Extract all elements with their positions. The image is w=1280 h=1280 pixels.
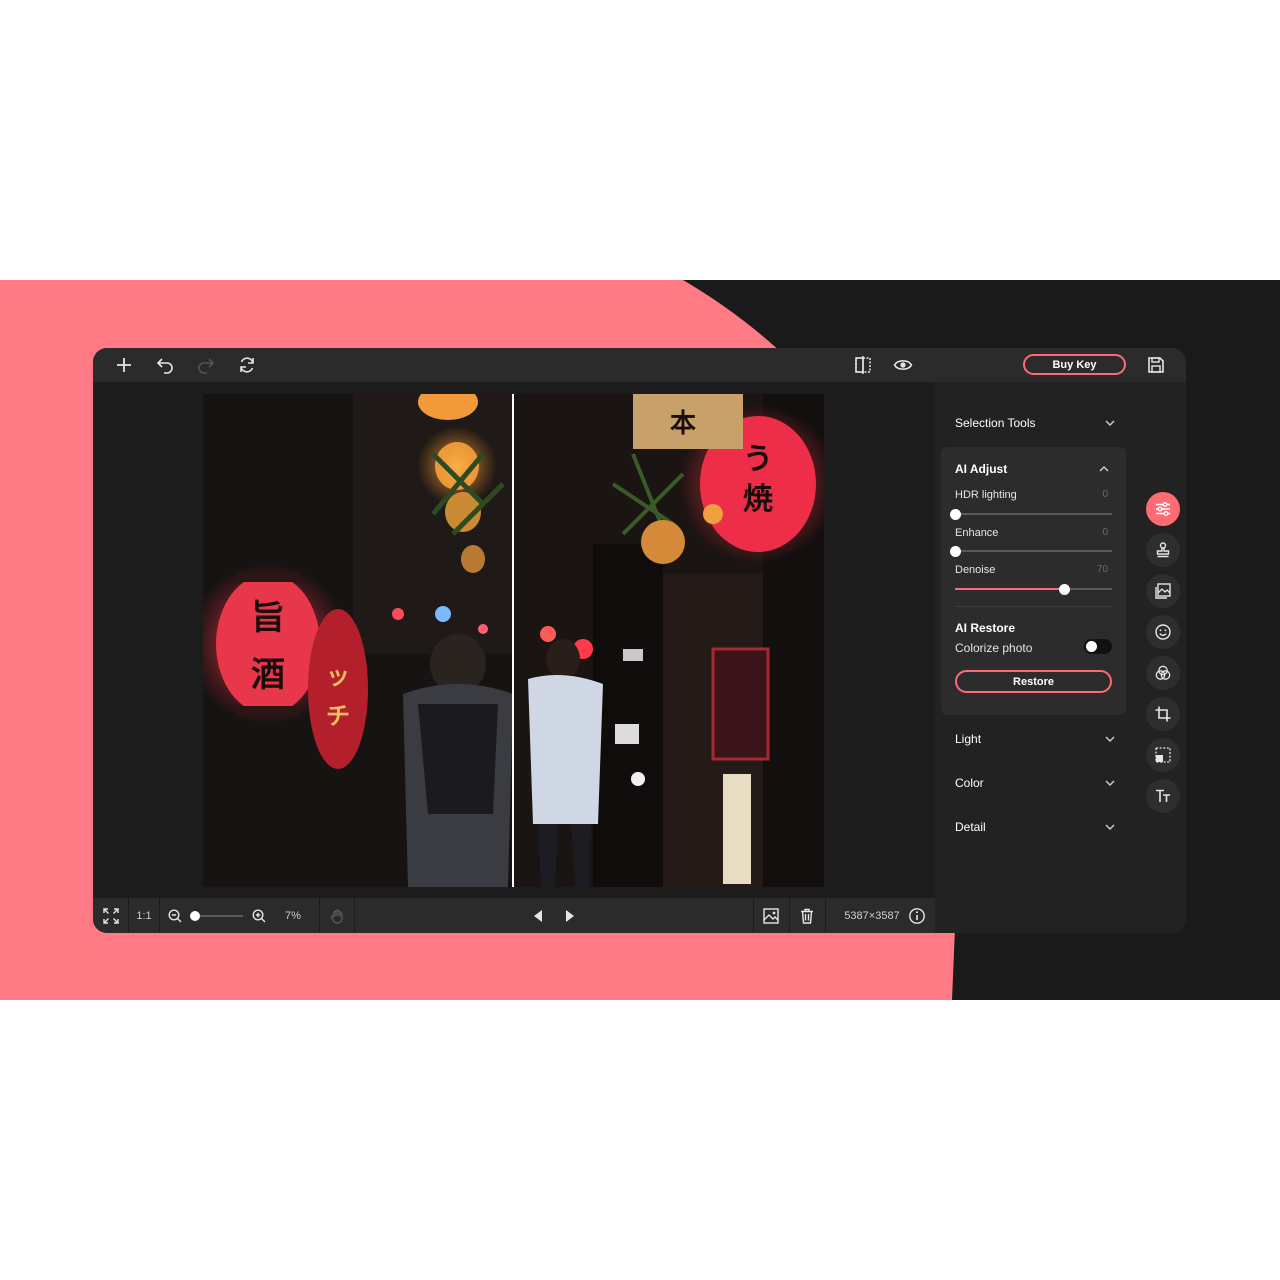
hdr-lighting-slider[interactable] (949, 508, 1112, 520)
separator (159, 898, 160, 933)
hdr-lighting-value: 0 (1102, 489, 1108, 500)
editor-window: Buy Key 旨 酒 ッ チ う 焼 本 1:1 7% 5387×3587 S… (93, 348, 1186, 933)
section-detail[interactable]: Detail (943, 807, 1126, 847)
fit-screen-icon[interactable] (93, 898, 128, 933)
denoise-slider[interactable] (955, 583, 1112, 595)
color-circles-icon[interactable] (1146, 656, 1180, 690)
image-icon[interactable] (1146, 574, 1180, 608)
image-icon[interactable] (757, 898, 785, 933)
svg-text:ッ: ッ (326, 662, 350, 690)
restore-button[interactable]: Restore (955, 670, 1112, 693)
text-icon[interactable] (1146, 779, 1180, 813)
svg-text:焼: 焼 (743, 482, 773, 517)
adjustments-panel: Selection Tools AI Adjust HDR lighting 0… (935, 382, 1135, 933)
buy-key-button[interactable]: Buy Key (1023, 354, 1126, 375)
slider-knob[interactable] (949, 508, 961, 520)
compare-icon[interactable] (851, 353, 875, 377)
marketing-backdrop: Buy Key 旨 酒 ッ チ う 焼 本 1:1 7% 5387×3587 S… (0, 280, 1280, 1000)
section-color[interactable]: Color (943, 763, 1126, 803)
svg-text:う: う (743, 442, 773, 477)
redo-icon[interactable] (194, 353, 218, 377)
svg-text:チ: チ (326, 702, 350, 730)
compare-split-handle[interactable] (512, 394, 514, 887)
svg-text:酒: 酒 (251, 655, 285, 695)
toggle-knob (1086, 641, 1097, 652)
save-icon[interactable] (1144, 353, 1168, 377)
trash-icon[interactable] (793, 898, 821, 933)
separator (825, 898, 826, 933)
slider-fill (955, 588, 1065, 590)
ratio-button[interactable]: 1:1 (129, 898, 159, 933)
refresh-icon[interactable] (235, 353, 259, 377)
ai-adjust-title[interactable]: AI Adjust (955, 462, 1007, 476)
eye-icon[interactable] (891, 353, 915, 377)
zoom-out-icon[interactable] (163, 898, 187, 933)
top-toolbar: Buy Key (93, 348, 1186, 382)
denoise-value: 70 (1096, 564, 1108, 575)
svg-text:本: 本 (670, 409, 696, 439)
zoom-percent: 7% (285, 909, 301, 922)
zoom-slider-knob[interactable] (190, 910, 200, 921)
section-label: Light (955, 732, 982, 746)
image-canvas[interactable]: 旨 酒 ッ チ う 焼 本 (93, 382, 935, 898)
colorize-photo-label: Colorize photo (955, 641, 1033, 655)
chevron-down-icon (1105, 780, 1115, 786)
section-label: Color (955, 776, 984, 790)
denoise-label: Denoise (955, 564, 996, 576)
hdr-lighting-label: HDR lighting (955, 489, 1017, 501)
separator (319, 898, 320, 933)
bottom-toolbar: 1:1 7% 5387×3587 (93, 898, 935, 933)
section-label: Detail (955, 820, 986, 834)
next-icon[interactable] (558, 898, 582, 933)
slider-knob[interactable] (1059, 583, 1071, 595)
hand-icon[interactable] (321, 898, 353, 933)
stamp-icon[interactable] (1146, 533, 1180, 567)
divider (955, 606, 1112, 607)
slider-knob[interactable] (949, 545, 961, 557)
separator (354, 898, 355, 933)
separator (753, 898, 754, 933)
chevron-down-icon (1105, 736, 1115, 742)
adjust-sliders-icon[interactable] (1146, 492, 1180, 526)
separator (789, 898, 790, 933)
ai-restore-title: AI Restore (955, 621, 1016, 635)
zoom-in-icon[interactable] (247, 898, 271, 933)
zoom-slider[interactable] (190, 898, 245, 933)
plus-icon[interactable] (112, 353, 136, 377)
crop-icon[interactable] (1146, 697, 1180, 731)
undo-icon[interactable] (153, 353, 177, 377)
chevron-up-icon[interactable] (1098, 463, 1110, 475)
chevron-down-icon (1105, 824, 1115, 830)
section-light[interactable]: Light (943, 719, 1126, 759)
chevron-down-icon (1105, 420, 1115, 426)
enhance-label: Enhance (955, 527, 999, 539)
face-icon[interactable] (1146, 615, 1180, 649)
colorize-toggle[interactable] (1084, 639, 1112, 654)
resize-icon[interactable] (1146, 738, 1180, 772)
tool-sidebar (1135, 382, 1186, 933)
image-dimensions: 5387×3587 (844, 909, 900, 922)
enhance-value: 0 (1102, 527, 1108, 538)
ai-adjust-section: AI Adjust HDR lighting 0 Enhance 0 Denoi… (941, 447, 1126, 715)
section-selection-tools[interactable]: Selection Tools (943, 403, 1126, 443)
enhance-slider[interactable] (949, 545, 1112, 557)
svg-text:旨: 旨 (251, 598, 285, 638)
info-icon[interactable] (906, 898, 928, 933)
section-label: Selection Tools (955, 416, 1036, 430)
previous-icon[interactable] (526, 898, 550, 933)
